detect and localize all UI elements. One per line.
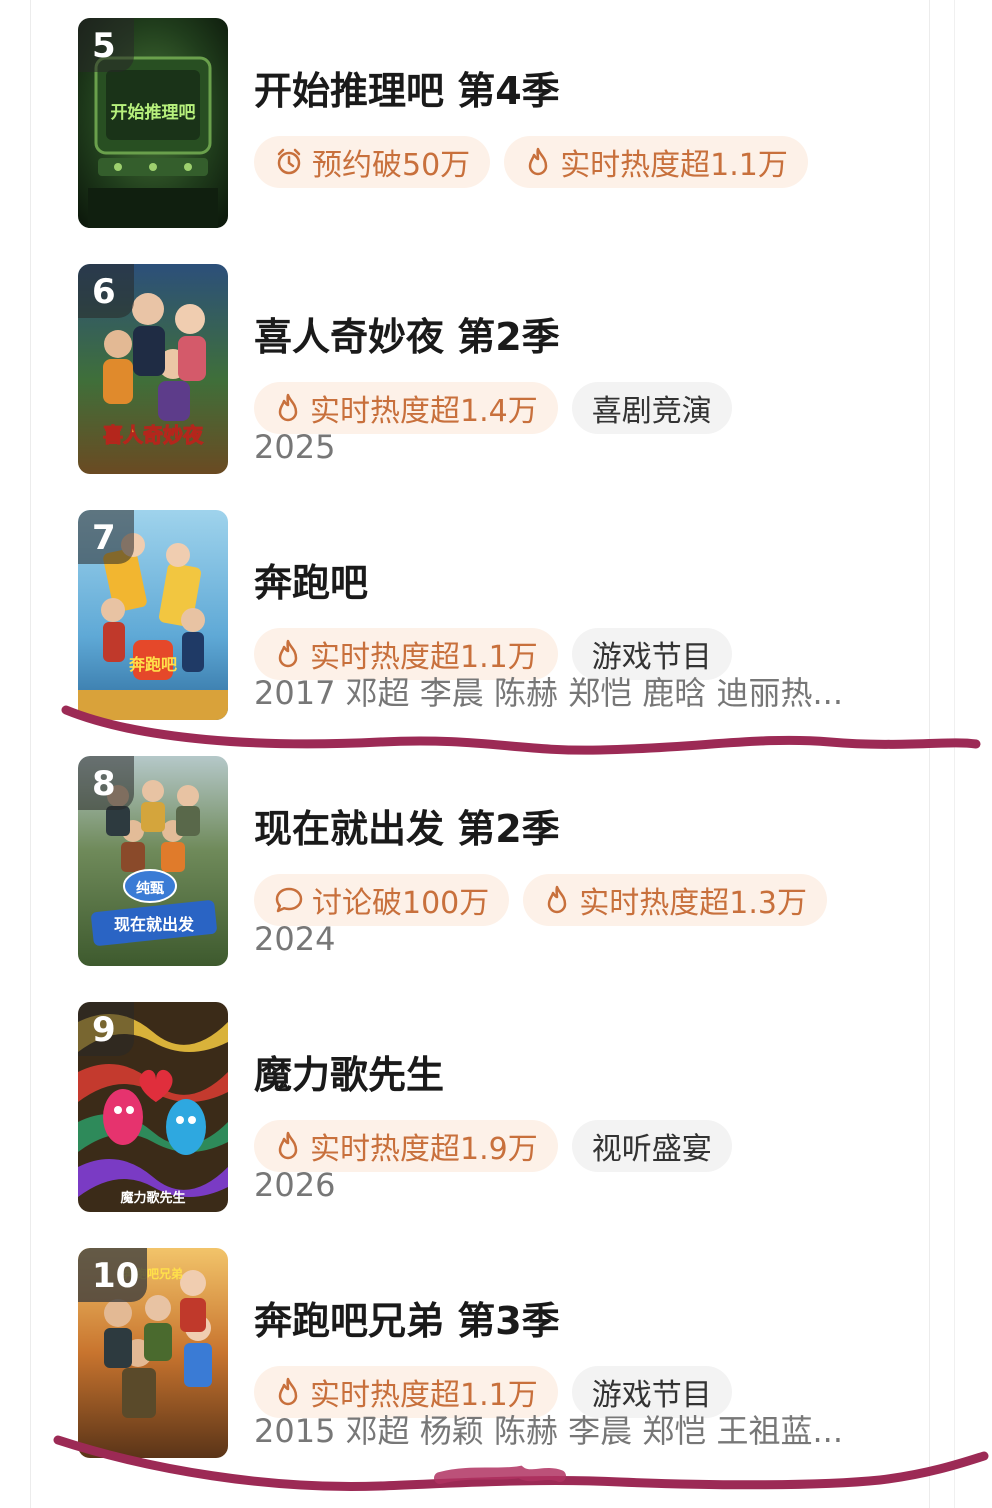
chat-bubble-icon bbox=[275, 887, 303, 913]
show-title[interactable]: 喜人奇妙夜 第2季 bbox=[254, 314, 560, 360]
rank-badge: 10 bbox=[78, 1248, 148, 1302]
flame-icon bbox=[278, 639, 298, 668]
flame-icon bbox=[278, 1131, 298, 1160]
rank-badge: 6 bbox=[78, 264, 134, 318]
poster-title-text: 现在就出发 bbox=[114, 915, 195, 934]
show-poster[interactable]: 喜人奇妙夜 6 bbox=[78, 264, 228, 474]
list-item-rank-5[interactable]: 开始推理吧 5 开始推理吧 第4季 预约破50万 实时热度超1.1万 bbox=[78, 18, 938, 230]
genre-tag[interactable]: 喜剧竞演 bbox=[571, 382, 732, 434]
flame-icon bbox=[278, 1377, 298, 1406]
tag-label: 讨论破100万 bbox=[312, 886, 490, 921]
flame-icon bbox=[528, 147, 548, 176]
tag-label: 预约破50万 bbox=[312, 148, 471, 183]
list-item-rank-6[interactable]: 喜人奇妙夜 6 喜人奇妙夜 第2季 实时热度超1.4万 喜剧竞演 2025 bbox=[78, 264, 938, 476]
heat-tag[interactable]: 实时热度超1.3万 bbox=[523, 874, 827, 926]
show-title[interactable]: 现在就出发 第2季 bbox=[254, 806, 560, 852]
tag-label: 实时热度超1.1万 bbox=[560, 148, 788, 183]
reservation-tag[interactable]: 预约破50万 bbox=[254, 136, 491, 188]
show-poster[interactable]: 奔跑吧兄弟 10 bbox=[78, 1248, 228, 1458]
show-poster[interactable]: 魔力歌先生 9 bbox=[78, 1002, 228, 1212]
show-poster[interactable]: 奔跑吧 7 bbox=[78, 510, 228, 720]
list-item-rank-9[interactable]: 魔力歌先生 9 魔力歌先生 实时热度超1.9万 视听盛宴 2026 bbox=[78, 1002, 938, 1214]
show-title[interactable]: 奔跑吧兄弟 第3季 bbox=[254, 1298, 560, 1344]
show-poster[interactable]: 开始推理吧 5 bbox=[78, 18, 228, 228]
tag-row: 讨论破100万 实时热度超1.3万 bbox=[254, 874, 827, 926]
show-poster[interactable]: 纯甄 现在就出发 8 bbox=[78, 756, 228, 966]
flame-icon bbox=[278, 393, 298, 422]
rank-badge: 8 bbox=[78, 756, 134, 810]
list-item-rank-7[interactable]: 奔跑吧 7 奔跑吧 实时热度超1.1万 游戏节目 2017 邓超 李晨 陈赫 郑… bbox=[78, 510, 938, 722]
show-title[interactable]: 开始推理吧 第4季 bbox=[254, 68, 560, 114]
page-divider bbox=[954, 0, 955, 1508]
rank-badge: 5 bbox=[78, 18, 134, 72]
rank-badge: 7 bbox=[78, 510, 134, 564]
poster-title-text: 奔跑吧 bbox=[128, 655, 177, 674]
heat-tag[interactable]: 实时热度超1.1万 bbox=[504, 136, 808, 188]
genre-tag[interactable]: 视听盛宴 bbox=[571, 1120, 732, 1172]
alarm-clock-icon bbox=[277, 148, 301, 175]
tag-label: 实时热度超1.4万 bbox=[310, 394, 538, 429]
poster-brand-text: 纯甄 bbox=[136, 880, 164, 897]
poster-title-text: 喜人奇妙夜 bbox=[103, 423, 204, 447]
tag-label: 实时热度超1.9万 bbox=[310, 1132, 538, 1167]
tag-label: 实时热度超1.3万 bbox=[579, 886, 807, 921]
rank-badge: 9 bbox=[78, 1002, 134, 1056]
poster-title-text: 魔力歌先生 bbox=[120, 1190, 185, 1206]
show-meta: 2024 bbox=[254, 920, 336, 958]
tag-row: 预约破50万 实时热度超1.1万 bbox=[254, 136, 808, 188]
show-title[interactable]: 奔跑吧 bbox=[254, 560, 368, 606]
show-meta: 2015 邓超 杨颖 陈赫 李晨 郑恺 王祖蓝... bbox=[254, 1412, 843, 1450]
list-item-rank-10[interactable]: 奔跑吧兄弟 10 奔跑吧兄弟 第3季 实时热度超1.1万 游戏节目 2015 邓… bbox=[78, 1248, 938, 1460]
show-meta: 2025 bbox=[254, 428, 336, 466]
poster-title-text: 开始推理吧 bbox=[111, 102, 196, 123]
show-meta: 2017 邓超 李晨 陈赫 郑恺 鹿晗 迪丽热... bbox=[254, 674, 843, 712]
show-title[interactable]: 魔力歌先生 bbox=[254, 1052, 444, 1098]
list-item-rank-8[interactable]: 纯甄 现在就出发 8 现在就出发 第2季 讨论破100万 实时热度超1.3万 2… bbox=[78, 756, 938, 968]
show-meta: 2026 bbox=[254, 1166, 336, 1204]
flame-icon bbox=[548, 885, 567, 914]
